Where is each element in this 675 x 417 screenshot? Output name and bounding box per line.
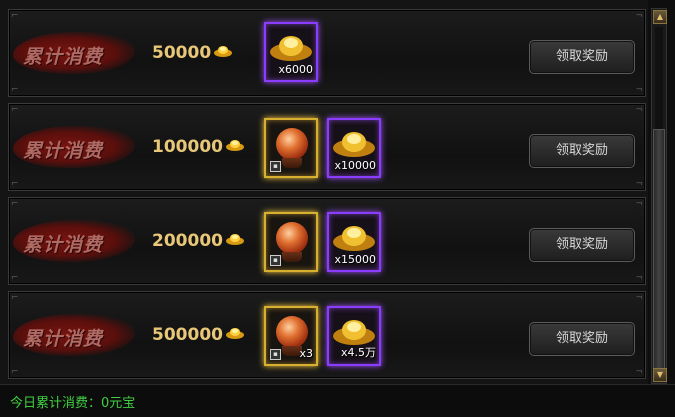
corner-ornament: ¬	[635, 105, 643, 115]
red-orb-icon	[276, 128, 308, 160]
orb-pedestal	[282, 252, 302, 262]
corner-ornament: ¬	[635, 85, 643, 95]
scroll-up-arrow-icon[interactable]: ▲	[653, 10, 667, 24]
spend-threshold: 200000	[152, 231, 245, 251]
spend-threshold: 50000	[152, 43, 233, 63]
reward-quantity: x15000	[334, 253, 376, 266]
corner-ornament: ¬	[635, 199, 643, 209]
orb-pedestal	[282, 158, 302, 168]
reward-row: ⌐ ¬ ⌐ ¬ 累计消费 200000 ▪ x15000 领取奖励	[8, 197, 646, 285]
claim-reward-button[interactable]: 领取奖励	[529, 322, 635, 356]
row-label: 累计消费	[23, 328, 104, 350]
corner-ornament: ¬	[635, 179, 643, 189]
lock-icon: ▪	[270, 161, 281, 172]
corner-ornament: ⌐	[11, 273, 19, 283]
corner-ornament: ⌐	[11, 179, 19, 189]
lock-icon: ▪	[270, 349, 281, 360]
reward-slot[interactable]: x6000	[264, 22, 318, 82]
row-label: 累计消费	[23, 140, 104, 162]
spend-amount: 500000	[152, 325, 223, 345]
reward-slot[interactable]: ▪ x3	[264, 306, 318, 366]
reward-quantity: x3	[299, 347, 313, 360]
scroll-thumb[interactable]	[653, 129, 665, 377]
corner-ornament: ¬	[635, 367, 643, 377]
spend-threshold: 100000	[152, 137, 245, 157]
footer-bar: 今日累计消费：0元宝	[0, 384, 675, 417]
corner-ornament: ¬	[635, 273, 643, 283]
reward-quantity: x4.5万	[340, 346, 376, 359]
claim-reward-button[interactable]: 领取奖励	[529, 228, 635, 262]
corner-ornament: ⌐	[11, 293, 19, 303]
reward-slot[interactable]: x10000	[327, 118, 381, 178]
daily-spend-status: 今日累计消费：0元宝	[10, 396, 136, 411]
reward-slot[interactable]: x15000	[327, 212, 381, 272]
claim-reward-button[interactable]: 领取奖励	[529, 40, 635, 74]
spend-amount: 100000	[152, 137, 223, 157]
gold-ingot-icon	[225, 137, 245, 157]
corner-ornament: ⌐	[11, 11, 19, 21]
spend-amount: 200000	[152, 231, 223, 251]
row-label: 累计消费	[23, 234, 104, 256]
reward-row: ⌐ ¬ ⌐ ¬ 累计消费 100000 ▪ x10000 领取奖励	[8, 103, 646, 191]
corner-ornament: ¬	[635, 293, 643, 303]
lock-icon: ▪	[270, 255, 281, 266]
corner-ornament: ⌐	[11, 85, 19, 95]
reward-slot[interactable]: x4.5万	[327, 306, 381, 366]
corner-ornament: ⌐	[11, 105, 19, 115]
reward-slot[interactable]: ▪	[264, 118, 318, 178]
red-orb-icon	[276, 316, 308, 348]
corner-ornament: ¬	[635, 11, 643, 21]
scrollbar[interactable]: ▲ ▼	[651, 8, 667, 384]
corner-ornament: ⌐	[11, 199, 19, 209]
reward-panel: ⌐ ¬ ⌐ ¬ 累计消费 50000 x6000 领取奖励 ⌐ ¬ ⌐ ¬ 累计…	[0, 0, 648, 384]
gold-ingot-icon	[213, 43, 233, 63]
red-orb-icon	[276, 222, 308, 254]
reward-quantity: x10000	[334, 159, 376, 172]
gold-ingot-icon	[225, 325, 245, 345]
reward-quantity: x6000	[278, 63, 313, 76]
claim-reward-button[interactable]: 领取奖励	[529, 134, 635, 168]
reward-row: ⌐ ¬ ⌐ ¬ 累计消费 500000 ▪ x3 x4.5万 领取奖励	[8, 291, 646, 379]
scroll-down-arrow-icon[interactable]: ▼	[653, 368, 667, 382]
row-label: 累计消费	[23, 46, 104, 68]
gold-ingot-icon	[225, 231, 245, 251]
corner-ornament: ⌐	[11, 367, 19, 377]
reward-slot[interactable]: ▪	[264, 212, 318, 272]
spend-amount: 50000	[152, 43, 212, 63]
spend-threshold: 500000	[152, 325, 245, 345]
reward-row: ⌐ ¬ ⌐ ¬ 累计消费 50000 x6000 领取奖励	[8, 9, 646, 97]
